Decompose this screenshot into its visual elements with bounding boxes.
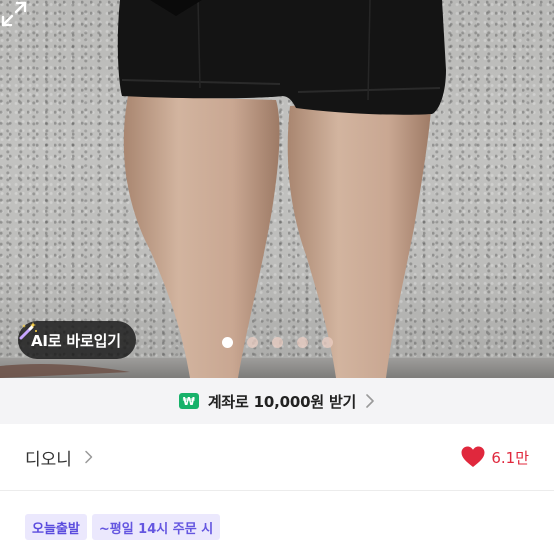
carousel-dot-2[interactable] — [247, 337, 258, 348]
carousel-dot-4[interactable] — [297, 337, 308, 348]
seller-row: 디오니 6.1만 — [0, 424, 554, 490]
chevron-right-icon — [366, 394, 374, 408]
section-divider — [0, 490, 554, 491]
like-button[interactable]: 6.1만 — [461, 446, 529, 468]
heart-icon — [461, 446, 485, 467]
carousel-indicator — [222, 337, 333, 348]
carousel-dot-5[interactable] — [322, 337, 333, 348]
shop-link[interactable]: 디오니 — [25, 445, 93, 470]
shipping-condition-text: ~평일 14시 주문 시 — [91, 514, 221, 540]
carousel-dot-1[interactable] — [222, 337, 233, 348]
same-day-shipping-badge: 오늘출발 — [25, 514, 87, 540]
delivery-info: 오늘출발 ~평일 14시 주문 시 — [25, 514, 221, 540]
account-reward-banner[interactable]: ₩ 계좌로 10,000원 받기 — [0, 378, 554, 424]
expand-arrows-icon[interactable] — [0, 0, 28, 28]
account-reward-text: 계좌로 10,000원 받기 — [207, 392, 357, 411]
ai-try-on-label: AI로 바로입기 — [31, 331, 121, 350]
won-icon: ₩ — [178, 393, 199, 409]
shop-name: 디오니 — [25, 449, 72, 470]
like-count: 6.1만 — [491, 448, 529, 467]
product-image[interactable]: AI로 바로입기 — [0, 0, 554, 378]
ai-try-on-button[interactable]: AI로 바로입기 — [18, 321, 136, 359]
magic-wand-icon — [19, 322, 37, 340]
carousel-dot-3[interactable] — [272, 337, 283, 348]
chevron-right-icon — [85, 450, 93, 464]
